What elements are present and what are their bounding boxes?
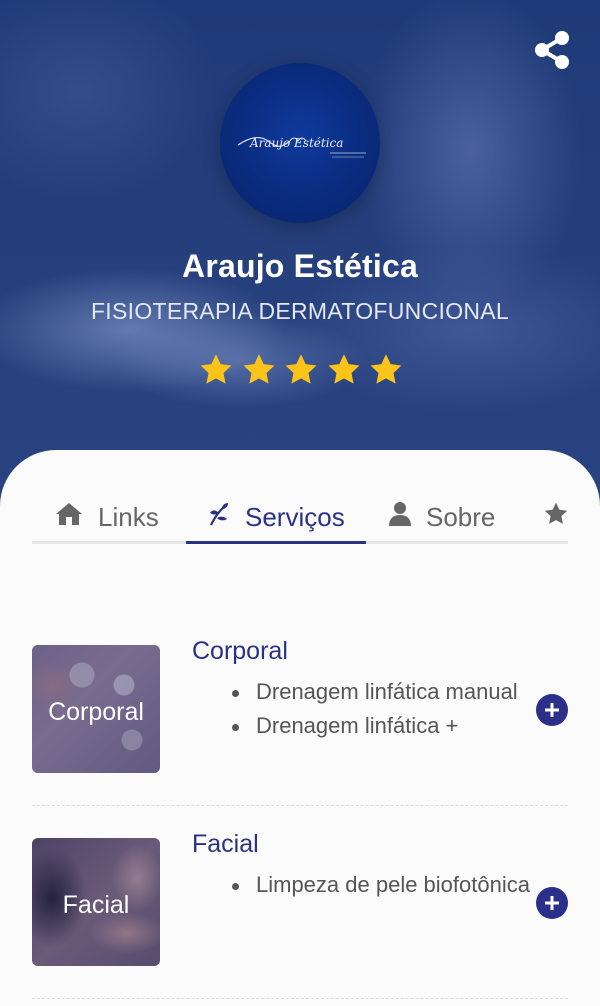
service-image[interactable]: Facial (32, 838, 160, 966)
user-icon (388, 501, 412, 534)
list-item: Drenagem linfática manual (232, 675, 532, 709)
service-title[interactable]: Facial (192, 830, 259, 859)
star-icon (285, 354, 317, 384)
profile-name: Araujo Estética (182, 248, 418, 284)
plus-icon (545, 703, 559, 717)
share-icon (535, 31, 569, 69)
divider (32, 998, 568, 999)
share-button[interactable] (534, 30, 570, 70)
profile-avatar: Araujo Estética (220, 63, 380, 223)
list-item: Limpeza de pele biofotônica (232, 868, 532, 902)
star-icon (370, 354, 402, 384)
profile-subtitle: FISIOTERAPIA DERMATOFUNCIONAL (90, 298, 510, 324)
rating-stars (198, 352, 404, 388)
leaf-icon (207, 501, 231, 534)
expand-button[interactable] (536, 887, 568, 919)
tab-links[interactable]: Links (54, 490, 159, 544)
tab-links-label: Links (98, 501, 159, 532)
tab-bar: Links Serviços Sobre (32, 490, 568, 544)
star-icon (542, 501, 570, 534)
star-icon (328, 354, 359, 384)
service-image-label: Corporal (48, 698, 144, 726)
service-image-label: Facial (62, 891, 130, 919)
tab-sobre[interactable]: Sobre (388, 490, 495, 544)
tab-servicos[interactable]: Serviços (207, 490, 345, 544)
svg-text:Araujo Estética: Araujo Estética (249, 136, 343, 150)
service-items: Limpeza de pele biofotônica (232, 868, 532, 902)
brand-logo: Araujo Estética (237, 136, 366, 158)
list-item: Drenagem linfática + (232, 709, 532, 743)
hero-banner: Araujo Estética Araujo Estética FISIOTER… (0, 0, 600, 520)
active-tab-indicator (186, 541, 366, 544)
service-items: Drenagem linfática manual Drenagem linfá… (232, 675, 532, 743)
star-icon (243, 354, 274, 384)
divider (32, 805, 568, 806)
tab-sobre-label: Sobre (426, 501, 496, 532)
plus-icon (545, 896, 559, 910)
service-item-facial: Facial Facial Limpeza de pele biofotônic… (32, 830, 568, 999)
service-title[interactable]: Corporal (192, 637, 288, 666)
home-icon (54, 501, 84, 534)
tab-reviews[interactable] (542, 490, 584, 544)
tab-servicos-label: Serviços (245, 501, 345, 532)
expand-button[interactable] (536, 694, 568, 726)
service-image[interactable]: Corporal (32, 645, 160, 773)
service-item-corporal: Corporal Corporal Drenagem linfática man… (32, 637, 568, 806)
star-icon (200, 354, 232, 384)
